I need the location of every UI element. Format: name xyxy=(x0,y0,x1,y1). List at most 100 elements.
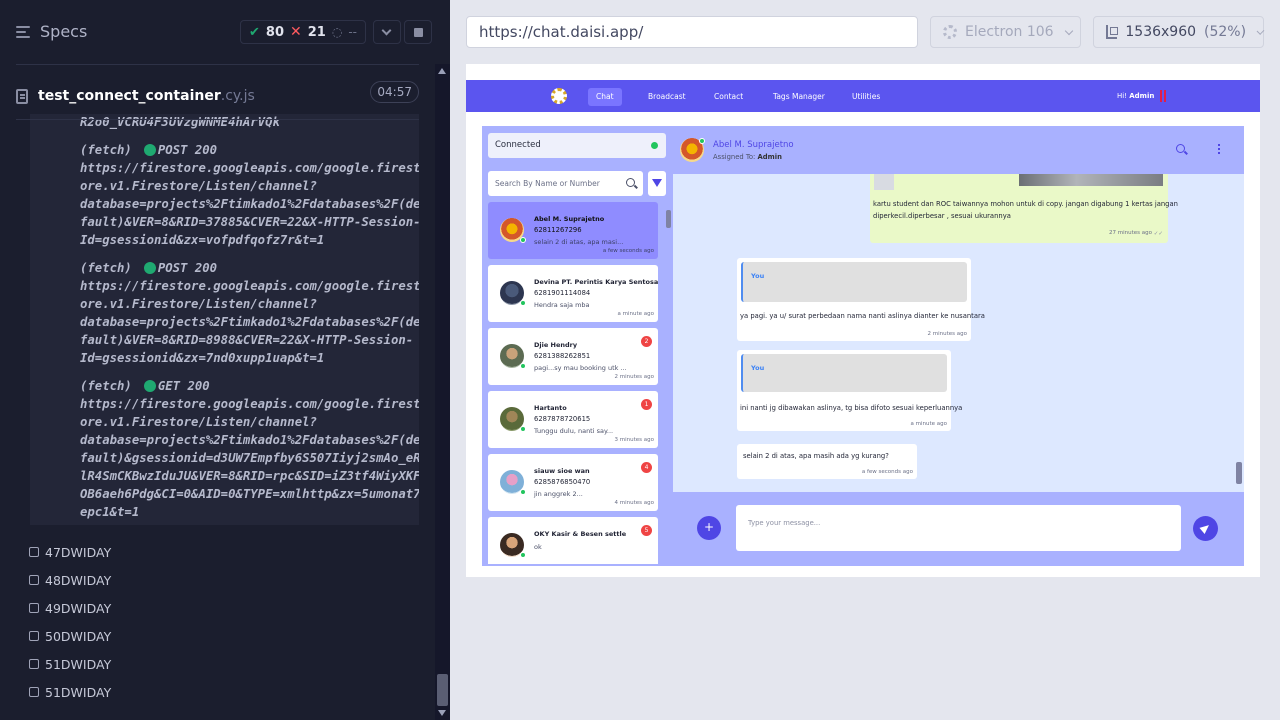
fetch-label: (fetch) xyxy=(80,261,132,275)
scrollbar-thumb[interactable] xyxy=(437,674,448,706)
message-bubble[interactable]: kartu student dan ROC taiwannya mohon un… xyxy=(870,174,1178,243)
online-dot-icon xyxy=(520,489,526,495)
divider xyxy=(16,64,419,65)
stop-button[interactable] xyxy=(404,20,432,44)
conversation-contact-name[interactable]: Abel M. Suprajetno xyxy=(713,140,794,150)
test-item[interactable]: 50DWIDAY xyxy=(29,626,111,646)
fetch-url-line: ore.v1.Firestore/Listen/channel? xyxy=(80,297,317,311)
spec-file-header[interactable]: test_connect_container .cy.js 04:57 xyxy=(16,70,419,114)
test-item[interactable]: 49DWIDAY xyxy=(29,598,111,618)
scrollbar-thumb[interactable] xyxy=(1236,462,1242,484)
fetch-url-line: ore.v1.Firestore/Listen/channel? xyxy=(80,179,317,193)
unread-badge: 2 xyxy=(641,336,652,347)
x-icon: ✕ xyxy=(290,24,302,40)
scroll-up-icon[interactable] xyxy=(438,68,446,74)
message-scrollbar[interactable] xyxy=(1236,174,1242,492)
nav-broadcast[interactable]: Broadcast xyxy=(640,88,694,106)
stop-icon xyxy=(414,28,423,37)
fetch-url-line: https://firestore.googleapis.com/google.… xyxy=(80,397,419,411)
contact-name: siauw sioe wan xyxy=(534,467,590,475)
message-composer: + Type your message... xyxy=(673,492,1244,566)
add-attachment-button[interactable]: + xyxy=(697,516,721,540)
greeting-prefix: Hi! xyxy=(1117,92,1128,100)
chevron-down-icon xyxy=(1256,26,1265,35)
search-icon[interactable] xyxy=(626,178,635,187)
fetch-url-line: fault)&VER=8&RID=37885&CVER=22&X-HTTP-Se… xyxy=(80,215,419,229)
contact-name: Devina PT. Perintis Karya Sentosa xyxy=(534,278,659,286)
contact-item[interactable]: 1 Hartanto 6287878720615 Tunggu dulu, na… xyxy=(488,391,658,448)
fetch-entry[interactable]: (fetch) POST 200 https://firestore.googl… xyxy=(30,141,419,249)
chevron-down-icon xyxy=(1064,26,1073,35)
contact-item[interactable]: Abel M. Suprajetno 62811267296 selain 2 … xyxy=(488,202,658,259)
duration-badge: 04:57 xyxy=(370,81,419,103)
more-vertical-icon[interactable] xyxy=(1218,144,1220,154)
test-item[interactable]: 47DWIDAY xyxy=(29,542,111,562)
message-text: diperkecil.diperbesar , sesuai ukurannya xyxy=(873,212,1011,220)
fetch-url-line: Id=gsessionid&zx=vofpdfqofz7r&t=1 xyxy=(80,233,325,247)
reporter-scrollbar[interactable] xyxy=(435,64,450,720)
send-icon xyxy=(1199,522,1212,534)
contact-item[interactable]: 2 Djie Hendry 6281388262851 pagi...sy ma… xyxy=(488,328,658,385)
contact-sidebar: Connected Search By Name or Number Abel … xyxy=(482,126,673,566)
test-title: 50DWIDAY xyxy=(45,628,112,644)
fetch-url-line: fault)&gsessionid=d3UW7Empfby6S507Iiyj2s… xyxy=(80,451,419,465)
fetch-url-line: https://firestore.googleapis.com/google.… xyxy=(80,161,419,175)
greeting-user: Admin xyxy=(1129,92,1155,100)
nav-contact[interactable]: Contact xyxy=(706,88,751,106)
contact-phone: 6281388262851 xyxy=(534,352,591,360)
test-item[interactable]: 51DWIDAY xyxy=(29,682,111,702)
scroll-down-icon[interactable] xyxy=(438,710,446,716)
image-attachment[interactable] xyxy=(1019,174,1163,186)
top-navbar: Chat Broadcast Contact Tags Manager Util… xyxy=(466,80,1260,112)
user-greeting[interactable]: Hi! Admin xyxy=(1117,92,1154,100)
fetch-url-line: database=projects%2Ftimkado1%2Fdatabases… xyxy=(80,433,419,447)
contact-name: OKY Kasir & Besen settle xyxy=(534,530,627,538)
send-button[interactable] xyxy=(1193,516,1218,541)
message-text: ya pagi. ya u/ surat perbedaan nama nant… xyxy=(740,312,985,320)
message-bubble[interactable]: selain 2 di atas, apa masih ada yg kuran… xyxy=(737,444,917,479)
message-bubble[interactable]: You ini nanti jg dibawakan aslinya, tg b… xyxy=(737,350,962,431)
quoted-message[interactable]: You xyxy=(741,354,947,392)
electron-icon xyxy=(943,25,957,39)
fetch-entry[interactable]: (fetch) GET 200 https://firestore.google… xyxy=(30,377,419,521)
filter-button[interactable] xyxy=(648,171,666,196)
scrollbar-thumb[interactable] xyxy=(666,210,671,228)
fetch-entry[interactable]: (fetch) POST 200 https://firestore.googl… xyxy=(30,259,419,367)
contact-item[interactable]: 5 OKY Kasir & Besen settle ok xyxy=(488,517,658,564)
nav-chat[interactable]: Chat xyxy=(588,88,622,106)
online-dot-icon xyxy=(520,552,526,558)
nav-tags-manager[interactable]: Tags Manager xyxy=(765,88,833,106)
contact-time: a minute ago xyxy=(617,311,655,317)
app-logo[interactable] xyxy=(551,88,567,104)
conversation-header: Abel M. Suprajetno Assigned To: Admin xyxy=(673,126,1244,174)
test-stats: ✔ 80 ✕ 21 ◌ -- xyxy=(240,20,366,44)
url-bar[interactable]: https://chat.daisi.app/ xyxy=(466,16,918,48)
browser-selector[interactable]: Electron 106 xyxy=(930,16,1081,48)
viewport-info[interactable]: 1536x960 (52%) xyxy=(1093,16,1265,48)
quoted-message[interactable]: You xyxy=(741,262,967,302)
test-title: 51DWIDAY xyxy=(45,684,112,700)
specs-toggle[interactable]: Specs xyxy=(16,22,87,41)
search-icon[interactable] xyxy=(1176,144,1185,153)
message-bubble[interactable]: You ya pagi. ya u/ surat perbedaan nama … xyxy=(737,258,985,341)
contact-item[interactable]: Devina PT. Perintis Karya Sentosa 628190… xyxy=(488,265,658,322)
test-item[interactable]: 48DWIDAY xyxy=(29,570,111,590)
specs-title: Specs xyxy=(40,22,88,41)
check-icon: ✔ xyxy=(249,24,260,40)
test-status-icon xyxy=(29,687,39,697)
unread-badge: 1 xyxy=(641,399,652,410)
contact-list-scrollbar[interactable] xyxy=(666,210,671,560)
test-item[interactable]: 51DWIDAY xyxy=(29,654,111,674)
logout-icon[interactable] xyxy=(1160,90,1166,102)
message-input[interactable]: Type your message... xyxy=(736,505,1181,551)
fetch-url-line: fault)&VER=8&RID=8988&CVER=22&X-HTTP-Ses… xyxy=(80,333,414,347)
menu-icon xyxy=(16,25,32,38)
test-title: 51DWIDAY xyxy=(45,656,112,672)
contact-item[interactable]: 4 siauw sioe wan 6285876850470 jin anggr… xyxy=(488,454,658,511)
contact-search-input[interactable]: Search By Name or Number xyxy=(488,171,643,196)
collapse-button[interactable] xyxy=(373,20,401,44)
contact-last-message: selain 2 di atas, apa masi... xyxy=(534,238,624,246)
assigned-label: Assigned To: xyxy=(713,153,756,161)
unread-badge: 5 xyxy=(641,525,652,536)
nav-utilities[interactable]: Utilities xyxy=(844,88,888,106)
